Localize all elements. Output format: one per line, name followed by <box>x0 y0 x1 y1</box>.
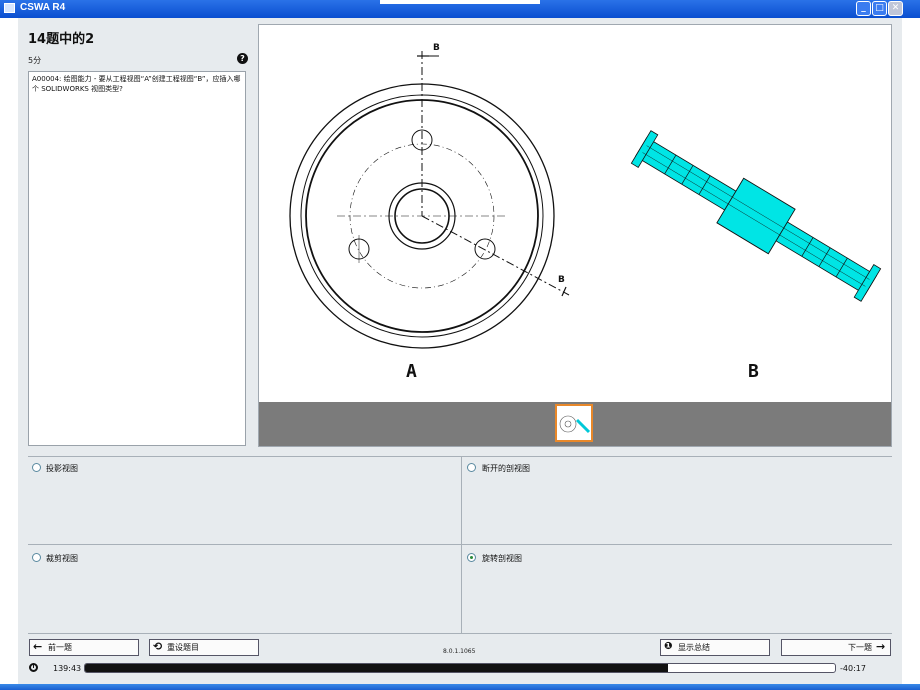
view-b-section-drawing <box>630 130 882 302</box>
version-label: 8.0.1.1065 <box>443 648 476 655</box>
app-icon <box>4 3 15 13</box>
reset-question-label: 重设题目 <box>167 643 199 652</box>
view-a-drawing <box>289 51 570 349</box>
show-summary-button[interactable]: ❶ 显示总结 <box>660 639 770 656</box>
figure-panel: B B A B <box>258 24 892 447</box>
figure-thumbnail[interactable] <box>555 404 593 442</box>
answer-1-radio[interactable] <box>32 463 41 472</box>
help-icon[interactable]: ? <box>237 53 248 64</box>
title-tab-marker <box>380 0 540 4</box>
answer-4-radio[interactable] <box>467 553 476 562</box>
answer-3-label: 裁剪视图 <box>46 554 78 563</box>
answer-options: 投影视图 断开的剖视图 裁剪视图 旋转剖视图 <box>28 456 892 634</box>
arrow-right-icon: → <box>876 640 886 653</box>
taskbar-strip <box>0 684 920 690</box>
drawing-figure: B B A B <box>289 43 882 382</box>
remaining-time: -40:17 <box>840 664 866 673</box>
section-label-bottom: B <box>558 275 565 285</box>
thumbnail-image <box>559 415 591 434</box>
section-label-top: B <box>433 43 440 53</box>
prev-question-label: 前一题 <box>48 643 72 652</box>
title-bar: CSWA R4 _ □ ✕ <box>0 0 920 18</box>
answer-2-label: 断开的剖视图 <box>482 464 530 473</box>
next-question-label: 下一题 <box>848 643 872 652</box>
show-summary-label: 显示总结 <box>678 643 710 652</box>
answer-1-label: 投影视图 <box>46 464 78 473</box>
elapsed-time: 139:43 <box>53 664 82 673</box>
arrow-left-icon: ← <box>33 640 43 653</box>
view-b-label: B <box>748 361 759 382</box>
window-frame-right <box>902 18 920 690</box>
time-progress-bar <box>84 663 836 673</box>
minimize-button[interactable]: _ <box>856 1 871 16</box>
reset-icon: ⟲ <box>153 640 163 653</box>
answer-2-radio[interactable] <box>467 463 476 472</box>
answer-option-4[interactable]: 旋转剖视图 <box>462 545 892 633</box>
info-icon: ❶ <box>664 641 673 652</box>
question-text: A00004: 绘图能力 - 要从工程视图“A”创建工程视图“B”，应插入哪个 … <box>28 71 246 446</box>
question-counter: 14题中的2 <box>28 32 95 47</box>
window-title: CSWA R4 <box>20 2 66 13</box>
answer-3-radio[interactable] <box>32 553 41 562</box>
answer-4-label: 旋转剖视图 <box>482 554 522 563</box>
maximize-button[interactable]: □ <box>872 1 887 16</box>
prev-question-button[interactable]: ← 前一题 <box>29 639 139 656</box>
answer-option-1[interactable]: 投影视图 <box>28 457 461 544</box>
answer-option-2[interactable]: 断开的剖视图 <box>462 457 892 544</box>
question-points: 5分 <box>28 56 42 65</box>
reset-question-button[interactable]: ⟲ 重设题目 <box>149 639 259 656</box>
view-a-label: A <box>406 361 417 382</box>
clock-icon <box>29 663 38 672</box>
answer-option-3[interactable]: 裁剪视图 <box>28 545 461 633</box>
time-progress-fill <box>85 664 668 672</box>
window-frame-left <box>0 18 18 690</box>
next-question-button[interactable]: 下一题 → <box>781 639 891 656</box>
close-button[interactable]: ✕ <box>888 1 903 16</box>
